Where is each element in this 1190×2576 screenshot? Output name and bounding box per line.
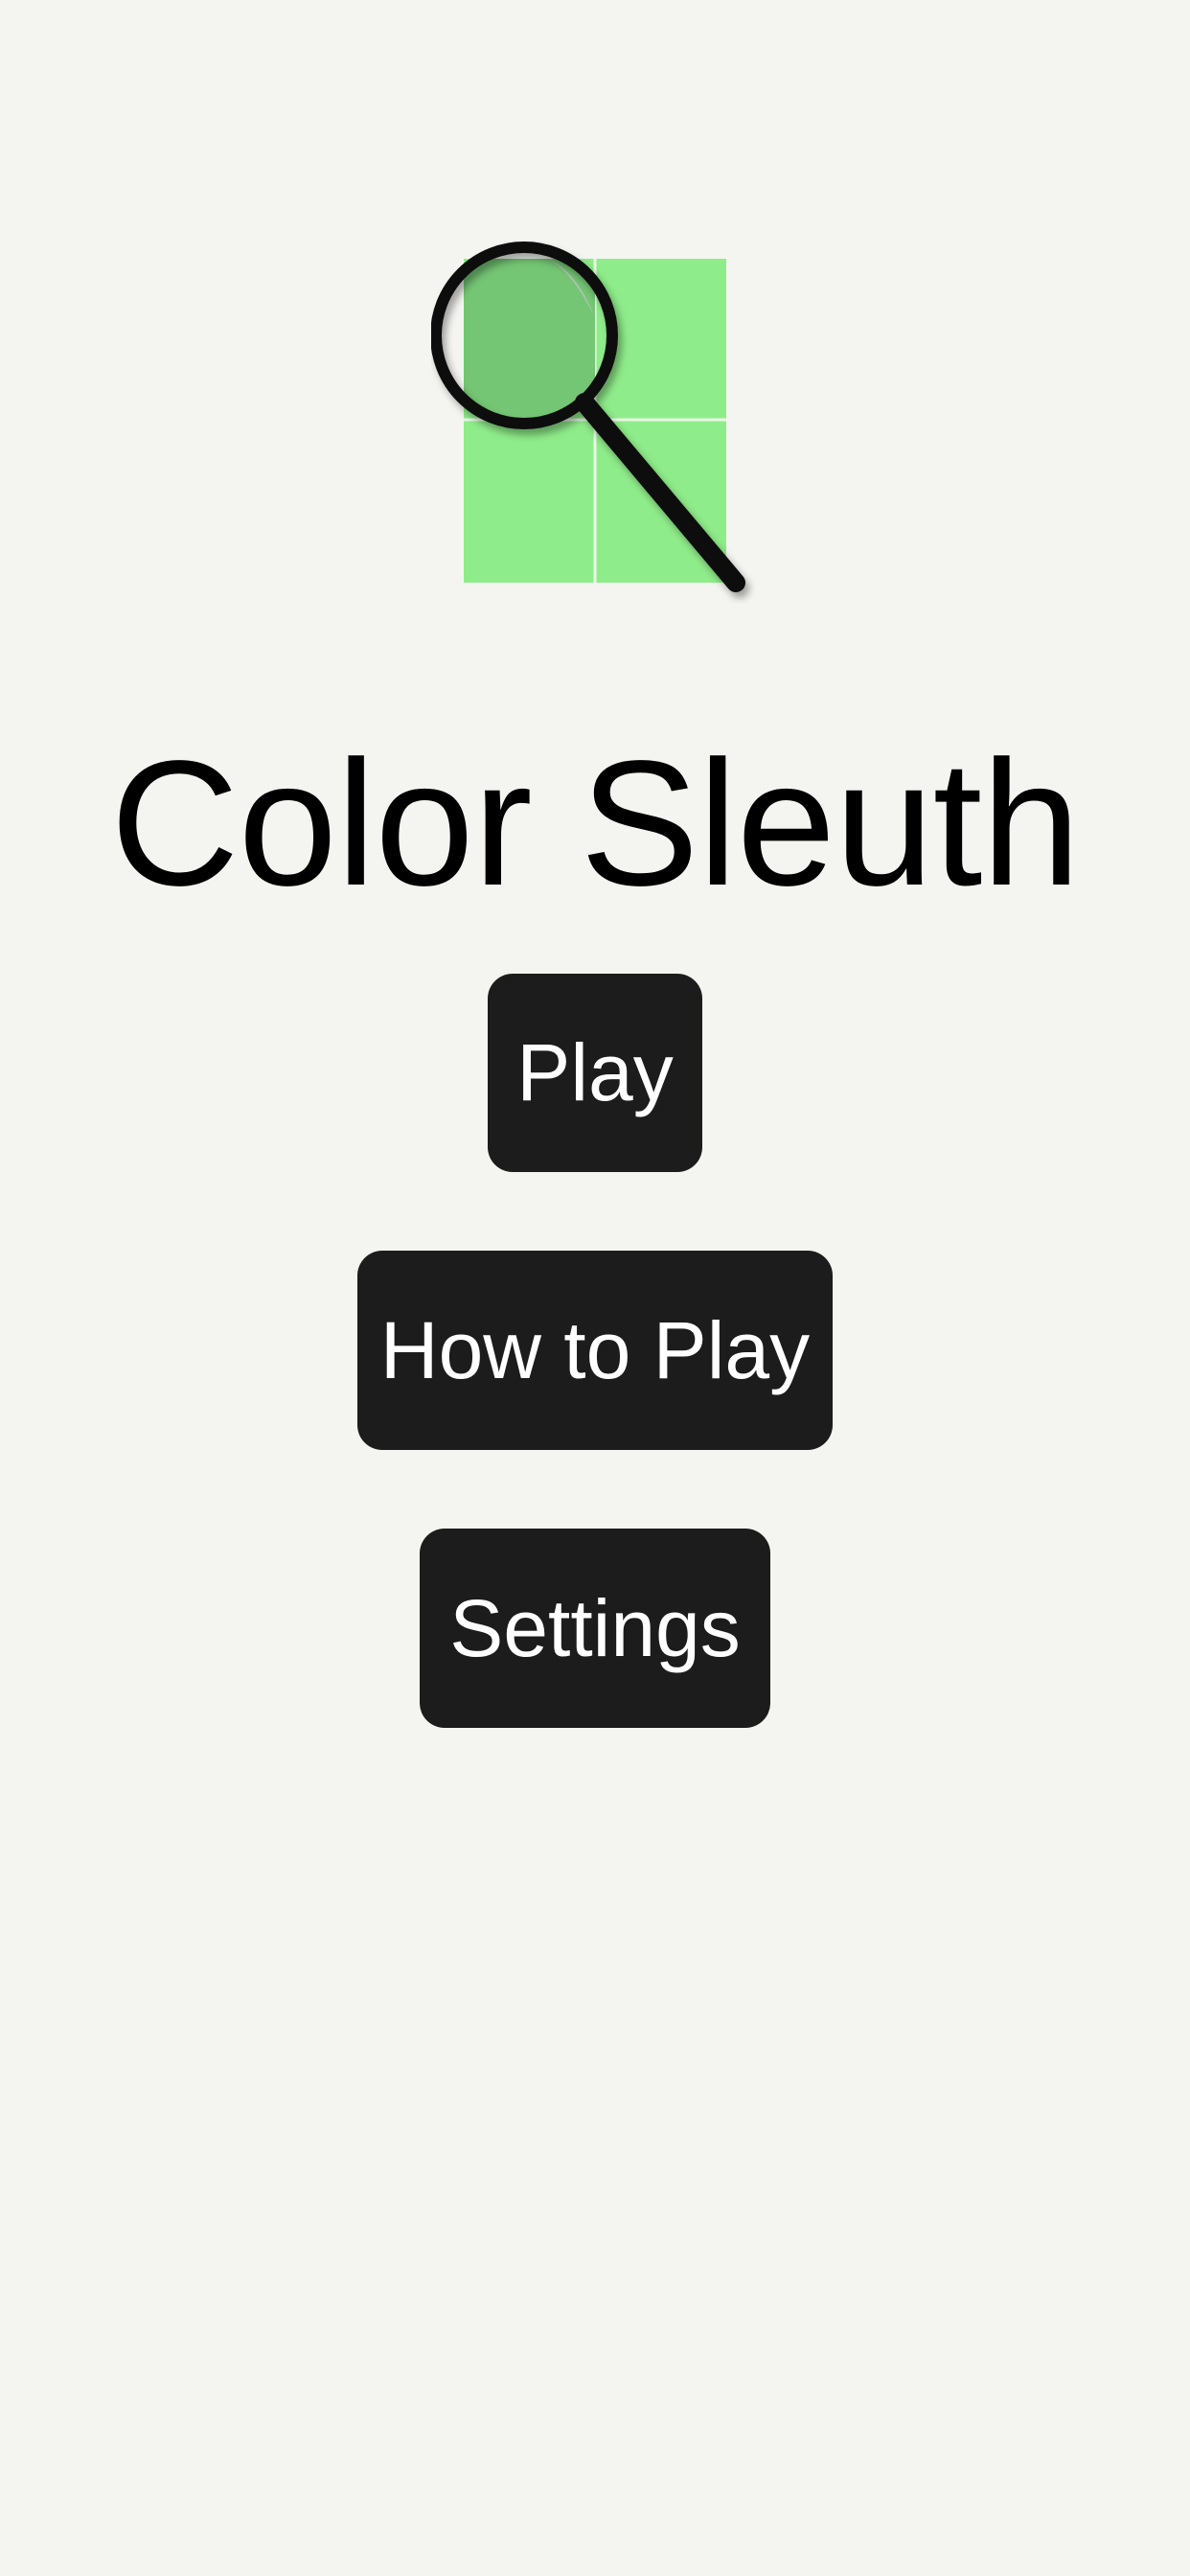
how-to-play-button[interactable]: How to Play	[357, 1251, 833, 1450]
app-logo-icon	[431, 242, 745, 592]
settings-button[interactable]: Settings	[420, 1529, 770, 1728]
play-button[interactable]: Play	[488, 974, 702, 1172]
app-title: Color Sleuth	[110, 724, 1081, 923]
